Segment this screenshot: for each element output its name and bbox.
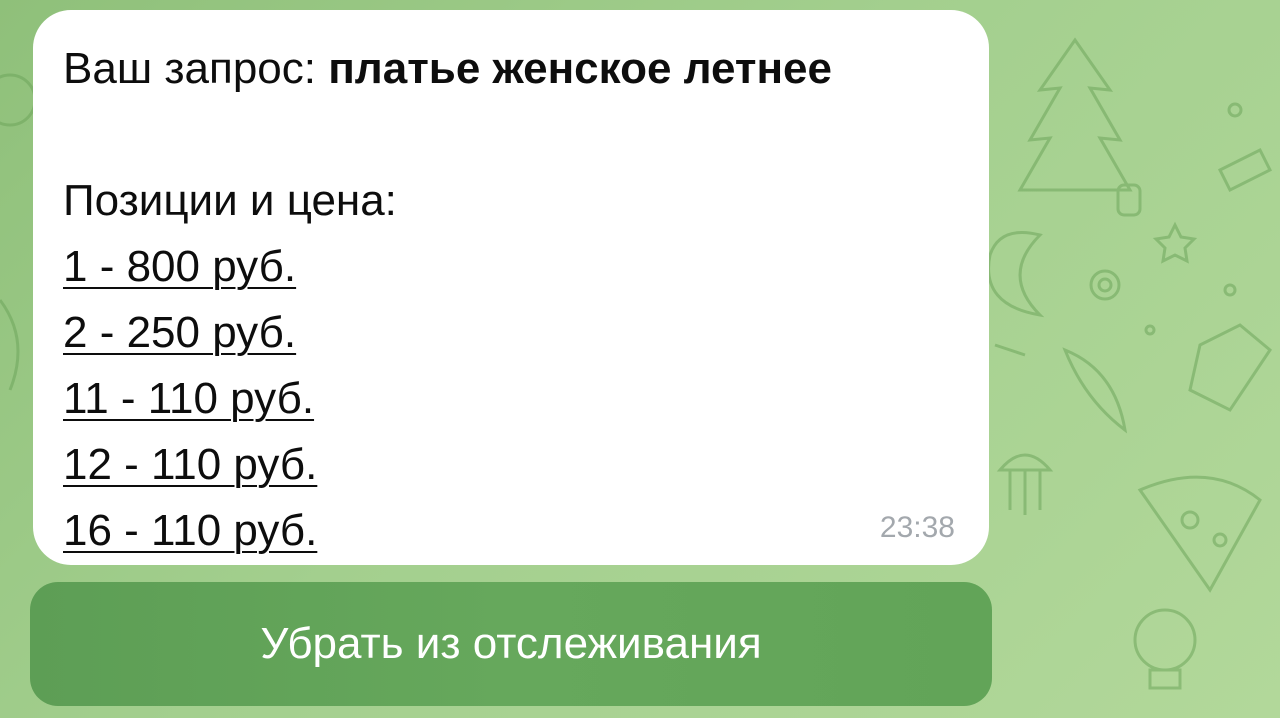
position-link[interactable]: 2 - 250 руб. (63, 300, 959, 366)
remove-from-tracking-label: Убрать из отслеживания (260, 619, 762, 668)
message-bubble: Ваш запрос: платье женское летнее Позици… (33, 10, 989, 565)
query-label: Ваш запрос: (63, 44, 316, 93)
query-line: Ваш запрос: платье женское летнее (63, 36, 959, 102)
positions-heading: Позиции и цена: (63, 176, 397, 225)
position-link[interactable]: 16 - 110 руб. (63, 498, 959, 564)
position-link[interactable]: 1 - 800 руб. (63, 234, 959, 300)
remove-from-tracking-button[interactable]: Убрать из отслеживания (30, 582, 992, 706)
message-timestamp: 23:38 (879, 511, 955, 544)
position-link[interactable]: 11 - 110 руб. (63, 366, 959, 432)
position-link[interactable]: 12 - 110 руб. (63, 432, 959, 498)
query-value: платье женское летнее (328, 44, 832, 93)
